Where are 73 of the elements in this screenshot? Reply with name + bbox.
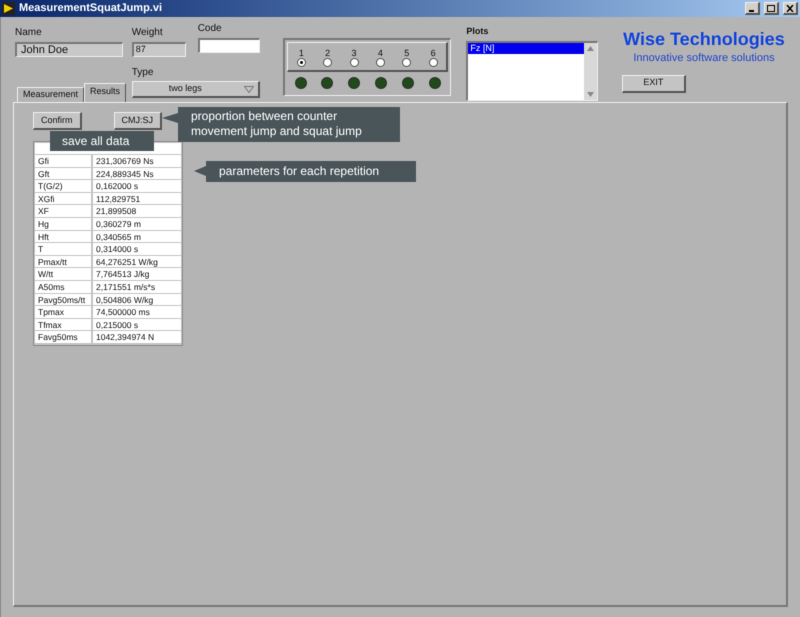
type-dropdown[interactable]: two legs <box>132 81 260 98</box>
window-title: MeasurementSquatJump.vi <box>19 1 164 16</box>
value-cell: 0,504806 W/kg <box>93 294 181 306</box>
parameter-cell: Favg50ms <box>35 331 91 343</box>
ratio-button[interactable]: CMJ:SJ <box>114 112 162 130</box>
maximize-icon <box>767 4 775 12</box>
value-cell: 1042,394974 N <box>93 331 181 343</box>
code-label: Code <box>198 22 223 36</box>
name-field[interactable]: John Doe <box>15 42 123 57</box>
value-cell: 7,764513 J/kg <box>93 268 181 280</box>
repetition-number: 5 <box>404 48 410 58</box>
value-cell: 64,276251 W/kg <box>93 256 181 268</box>
repetition-radio[interactable] <box>323 58 332 67</box>
repetition-number: 4 <box>378 48 383 58</box>
maximize-button[interactable] <box>764 2 779 15</box>
name-label: Name <box>15 26 43 40</box>
parameter-cell: Pavg50ms/tt <box>35 294 91 306</box>
parameter-cell: Gft <box>35 168 91 180</box>
pointer-icon <box>162 113 178 123</box>
repetition-number: 1 <box>298 48 304 58</box>
parameter-cell: T <box>35 243 91 255</box>
value-cell: 0,360279 m <box>93 218 181 230</box>
brand-name: Wise Technologies <box>623 28 785 50</box>
value-cell: 0,340565 m <box>93 230 181 242</box>
value-cell: 231,306769 Ns <box>93 155 181 167</box>
plots-label: Plots <box>466 25 490 38</box>
parameter-cell: Gfi <box>35 155 91 167</box>
weight-label: Weight <box>132 26 164 40</box>
parameter-cell: A50ms <box>35 280 91 293</box>
app-icon <box>2 2 15 15</box>
repetition-radio[interactable] <box>350 58 359 67</box>
parameter-cell: W/tt <box>35 268 91 280</box>
repetition-radio[interactable] <box>296 58 306 67</box>
confirm-button[interactable]: Confirm <box>33 112 82 130</box>
parameter-cell: XF <box>35 205 91 217</box>
close-icon <box>786 4 794 12</box>
dropdown-arrow-icon <box>244 86 254 92</box>
parameter-cell: Tfmax <box>35 318 91 330</box>
parameter-cell: T(G/2) <box>35 180 91 192</box>
callout: proportion between counter movement jump and squat jump <box>178 107 400 142</box>
pointer-icon <box>194 166 206 176</box>
repetition-radio[interactable] <box>376 58 385 67</box>
parameter-cell: Tpmax <box>35 306 91 318</box>
parameter-cell: Hg <box>35 218 91 230</box>
value-cell: 224,889345 Ns <box>93 168 181 180</box>
parameter-cell: XGfi <box>35 192 91 204</box>
value-cell: 112,829751 <box>93 192 181 204</box>
minimize-button[interactable] <box>745 2 760 15</box>
value-cell: 0,314000 s <box>93 243 181 255</box>
repetition-number: 3 <box>352 48 357 58</box>
plot-item[interactable]: Fz [N] <box>468 42 584 54</box>
repetition-radio[interactable] <box>428 58 438 67</box>
value-cell: 0,215000 s <box>93 318 181 330</box>
repetition-radio[interactable] <box>402 58 412 67</box>
value-cell: 2,171551 m/s*s <box>93 280 181 293</box>
callout: save all data <box>50 131 154 151</box>
brand-tagline: Innovative software solutions <box>633 51 775 66</box>
weight-field[interactable]: 87 <box>132 42 186 57</box>
tab[interactable]: Measurement <box>17 87 84 102</box>
repetition-number: 6 <box>430 48 436 58</box>
parameter-cell: Pmax/tt <box>35 256 91 268</box>
callout: parameters for each repetition <box>206 161 416 182</box>
value-cell: 21,899508 <box>93 205 181 217</box>
type-label: Type <box>132 66 154 80</box>
scrollbar[interactable] <box>584 42 597 100</box>
repetition-number: 2 <box>325 48 330 58</box>
close-button[interactable] <box>783 2 798 15</box>
tab[interactable]: Results <box>84 83 126 102</box>
exit-button[interactable]: EXIT <box>622 74 686 92</box>
code-field[interactable] <box>198 38 260 53</box>
parameter-cell: Hft <box>35 230 91 242</box>
value-cell: 74,500000 ms <box>93 306 181 318</box>
value-cell: 0,162000 s <box>93 180 181 192</box>
